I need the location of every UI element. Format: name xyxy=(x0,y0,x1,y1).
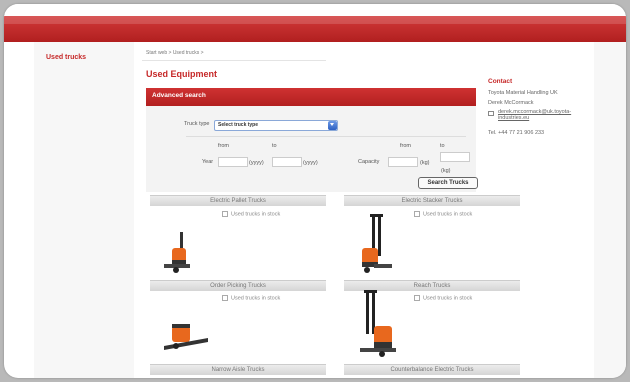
pallet-truck-icon[interactable] xyxy=(164,230,198,274)
category-header[interactable]: Electric Pallet Trucks xyxy=(150,195,326,206)
capacity-to-label: to xyxy=(440,143,445,149)
used-trucks-link[interactable]: Used trucks in stock xyxy=(222,211,280,217)
contact-email-link[interactable]: derek.mccormack@uk.toyota-industries.eu xyxy=(498,109,594,121)
year-from-label: from xyxy=(218,143,229,149)
category-header[interactable]: Order Picking Trucks xyxy=(150,280,326,291)
list-icon xyxy=(222,211,228,217)
used-trucks-link[interactable]: Used trucks in stock xyxy=(222,295,280,301)
year-to-unit: (yyyy) xyxy=(303,160,318,166)
contact-name: Derek McCormack xyxy=(488,100,534,106)
mail-icon xyxy=(488,111,494,116)
capacity-from-label: from xyxy=(400,143,411,149)
right-margin xyxy=(594,42,626,378)
category-title: Counterbalance Electric Trucks xyxy=(390,367,474,373)
page-title: Used Equipment xyxy=(146,69,218,79)
used-trucks-link[interactable]: Used trucks in stock xyxy=(414,211,472,217)
breadcrumb[interactable]: Start web > Used trucks > xyxy=(146,50,204,56)
truck-type-value: Select truck type xyxy=(218,122,259,128)
category-header[interactable]: Narrow Aisle Trucks xyxy=(150,364,326,375)
year-label: Year xyxy=(202,159,214,165)
category-title: Electric Pallet Trucks xyxy=(210,198,266,204)
list-icon xyxy=(222,295,228,301)
form-divider xyxy=(186,136,466,137)
contact-company: Toyota Material Handling UK xyxy=(488,90,558,96)
year-from-input[interactable] xyxy=(218,157,248,167)
capacity-to-unit: (kg) xyxy=(441,168,451,174)
capacity-to-input[interactable] xyxy=(440,152,470,162)
year-to-label: to xyxy=(272,143,277,149)
category-title: Narrow Aisle Trucks xyxy=(211,367,265,373)
capacity-from-input[interactable] xyxy=(388,157,418,167)
category-header[interactable]: Counterbalance Electric Trucks xyxy=(344,364,520,375)
advanced-search-header: Advanced search xyxy=(146,88,476,106)
category-header[interactable]: Electric Stacker Trucks xyxy=(344,195,520,206)
reach-truck-icon[interactable] xyxy=(358,290,398,358)
category-title: Order Picking Trucks xyxy=(210,283,266,289)
truck-type-select[interactable]: Select truck type xyxy=(214,120,338,131)
top-bar xyxy=(4,4,626,14)
sidebar-item-used-trucks[interactable]: Used trucks xyxy=(46,54,86,61)
search-trucks-button[interactable]: Search Trucks xyxy=(418,177,478,189)
category-title: Electric Stacker Trucks xyxy=(401,198,463,204)
stacker-truck-icon[interactable] xyxy=(358,214,392,274)
contact-title: Contact xyxy=(488,78,513,85)
used-trucks-link[interactable]: Used trucks in stock xyxy=(414,295,472,301)
capacity-label: Capacity xyxy=(358,159,380,165)
capacity-from-unit: (kg) xyxy=(420,160,430,166)
advanced-search-title: Advanced search xyxy=(152,92,206,99)
left-sidebar: Used trucks xyxy=(34,42,134,378)
list-icon xyxy=(414,211,420,217)
contact-phone: Tel. +44 77 21 906 233 xyxy=(488,130,545,136)
year-from-unit: (yyyy) xyxy=(249,160,264,166)
year-to-input[interactable] xyxy=(272,157,302,167)
list-icon xyxy=(414,295,420,301)
breadcrumb-divider xyxy=(142,60,326,61)
order-picker-icon[interactable] xyxy=(162,320,210,354)
chevron-down-icon[interactable] xyxy=(328,121,337,130)
truck-type-label: Truck type xyxy=(184,121,210,127)
header-band xyxy=(4,16,626,42)
